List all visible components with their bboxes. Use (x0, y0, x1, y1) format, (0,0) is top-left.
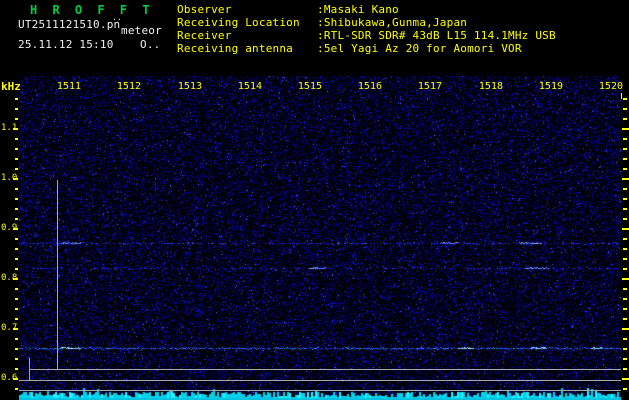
field-value: :5el Yagi Az 20 for Aomori VOR (317, 42, 522, 55)
freq-tick-minor-right (623, 208, 627, 210)
freq-tick-minor-right (623, 268, 627, 270)
freq-tick-minor-right (623, 158, 627, 160)
freq-tick-minor-right (623, 108, 627, 110)
time-label: 1512 (116, 81, 141, 92)
hrofft-screen: H R O F F T UT2511121510.pn .. meteor 25… (0, 0, 629, 400)
freq-tick-minor-right (623, 188, 627, 190)
freq-tick-minor-left (15, 138, 18, 140)
freq-tick-minor-left (15, 268, 18, 270)
freq-tick-minor-right (623, 388, 627, 390)
time-label: 1513 (177, 81, 202, 92)
freq-tick-major-right (622, 278, 629, 280)
freq-axis-unit: kHz (1, 80, 21, 93)
freq-tick-minor-left (15, 338, 18, 340)
freq-tick-minor-right (623, 248, 627, 250)
time-label: 1515 (297, 81, 322, 92)
freq-label: 1.0 (1, 173, 18, 183)
freq-tick-minor-right (623, 258, 627, 260)
freq-tick-minor-left (15, 288, 18, 290)
freq-tick-minor-left (15, 218, 18, 220)
freq-tick-minor-left (15, 248, 18, 250)
filename-dots: .. (112, 13, 123, 22)
freq-label: 0.8 (1, 273, 18, 283)
echo-counter: O.. (140, 38, 161, 51)
freq-tick-minor-left (15, 308, 18, 310)
freq-tick-minor-left (15, 298, 18, 300)
freq-tick-minor-left (15, 198, 18, 200)
freq-tick-minor-left (15, 318, 18, 320)
freq-tick-minor-right (623, 98, 627, 100)
freq-tick-minor-right (623, 348, 627, 350)
freq-tick-minor-left (15, 108, 18, 110)
freq-tick-minor-right (623, 118, 627, 120)
freq-tick-minor-right (623, 338, 627, 340)
time-label: 1517 (417, 81, 442, 92)
freq-tick-minor-left (15, 158, 18, 160)
time-label: 1518 (478, 81, 503, 92)
freq-tick-minor-left (15, 148, 18, 150)
freq-tick-minor-left (15, 388, 18, 390)
time-label: 1520 (598, 81, 623, 92)
freq-tick-minor-left (15, 368, 18, 370)
field-label: Receiving Location (177, 16, 300, 29)
freq-tick-major-right (622, 178, 629, 180)
freq-tick-minor-right (623, 358, 627, 360)
observation-name: meteor (121, 24, 162, 37)
time-label: 1519 (538, 81, 563, 92)
capture-filename: UT2511121510.pn (18, 18, 121, 31)
field-value: :RTL-SDR SDR# 43dB L15 114.1MHz USB (317, 29, 556, 42)
freq-tick-minor-left (15, 358, 18, 360)
level-refline-bottom (19, 390, 621, 391)
field-value: :Masaki Kano (317, 3, 399, 16)
freq-tick-minor-left (15, 258, 18, 260)
freq-tick-major-right (622, 128, 629, 130)
freq-tick-minor-left (15, 348, 18, 350)
field-label: Observer (177, 3, 232, 16)
level-refline-mid (19, 380, 621, 381)
freq-tick-minor-left (15, 168, 18, 170)
time-label: 1514 (237, 81, 262, 92)
freq-tick-minor-left (15, 238, 18, 240)
freq-label: 0.9 (1, 223, 18, 233)
freq-tick-minor-right (623, 148, 627, 150)
spectrogram-canvas (19, 76, 621, 400)
count-region-vline (57, 180, 58, 370)
freq-tick-major-right (622, 228, 629, 230)
time-label: 1516 (357, 81, 382, 92)
freq-tick-minor-right (623, 238, 627, 240)
freq-tick-minor-right (623, 198, 627, 200)
level-refline-top (29, 369, 621, 370)
freq-tick-minor-right (623, 308, 627, 310)
freq-tick-major-right (622, 378, 629, 380)
freq-tick-minor-right (623, 298, 627, 300)
field-value: :Shibukawa,Gunma,Japan (317, 16, 468, 29)
freq-tick-minor-right (623, 368, 627, 370)
freq-tick-minor-left (15, 188, 18, 190)
time-label: 1511 (56, 81, 81, 92)
freq-tick-minor-left (15, 118, 18, 120)
freq-label: 1.1 (1, 123, 18, 133)
freq-label: 0.6 (1, 373, 18, 383)
app-title: H R O F F T (30, 3, 154, 17)
field-label: Receiver (177, 29, 232, 42)
freq-tick-minor-right (623, 218, 627, 220)
field-label: Receiving antenna (177, 42, 293, 55)
freq-tick-minor-right (623, 288, 627, 290)
freq-tick-minor-right (623, 318, 627, 320)
freq-label: 0.7 (1, 323, 18, 333)
freq-tick-minor-right (623, 168, 627, 170)
freq-tick-minor-left (15, 98, 18, 100)
freq-tick-major-right (622, 328, 629, 330)
freq-tick-minor-left (15, 208, 18, 210)
datetime: 25.11.12 15:10 (18, 38, 114, 51)
freq-tick-minor-right (623, 138, 627, 140)
